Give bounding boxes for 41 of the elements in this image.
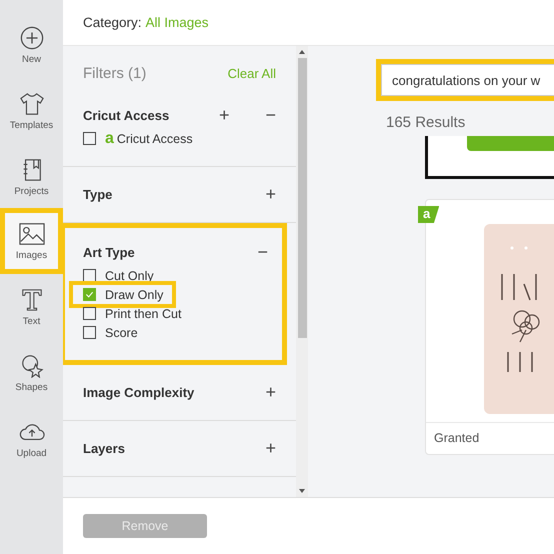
toggle-button[interactable]: + — [265, 441, 276, 455]
rail-item[interactable]: Templates — [0, 78, 63, 144]
section-title: Cricut Access — [83, 108, 170, 122]
filter-option[interactable]: Cut Only — [83, 267, 154, 284]
scroll-down-icon[interactable] — [298, 487, 306, 495]
section-title: Type — [83, 186, 112, 202]
filters-title: Filters (1) — [83, 64, 146, 82]
t-shirt-icon — [18, 92, 44, 116]
filter-option[interactable]: Print then Cut — [83, 305, 182, 322]
toggle-button[interactable]: − — [265, 108, 276, 122]
rail-item[interactable]: New — [0, 12, 63, 78]
checkbox[interactable] — [83, 326, 96, 339]
filter-option[interactable]: Score — [83, 324, 138, 341]
rail-item[interactable]: Projects — [0, 144, 63, 210]
rail-item[interactable]: Images — [0, 208, 63, 274]
result-card[interactable] — [425, 136, 554, 179]
checkbox[interactable] — [83, 132, 96, 145]
toggle-button[interactable]: − — [257, 245, 268, 259]
filter-option[interactable]: Draw Only — [74, 286, 172, 303]
category-label: Category: — [83, 15, 142, 30]
toggle-button[interactable]: + — [265, 385, 276, 399]
card-title: Granted — [426, 422, 554, 454]
rail-item[interactable]: Shapes — [0, 340, 63, 406]
section-title: Layers — [83, 440, 125, 456]
image-icon — [18, 222, 44, 246]
scrollbar[interactable] — [296, 46, 308, 497]
section-title: Art Type — [83, 244, 135, 260]
checkmark-icon — [84, 289, 95, 300]
rail-item[interactable]: Upload — [0, 406, 63, 472]
checkbox[interactable] — [83, 288, 96, 301]
scroll-up-icon[interactable] — [298, 48, 306, 56]
results-count: 165 Results — [386, 114, 466, 131]
rail-item[interactable]: Text — [0, 274, 63, 340]
access-badge: a — [418, 206, 440, 223]
toggle-button[interactable]: + — [265, 187, 276, 201]
toggle-button[interactable]: + — [218, 108, 230, 122]
checkbox[interactable] — [83, 269, 96, 282]
section-title: Image Complexity — [83, 384, 194, 400]
checkbox[interactable] — [83, 307, 96, 320]
add-icon — [18, 26, 44, 50]
filter-option[interactable]: a Cricut Access — [83, 130, 193, 147]
